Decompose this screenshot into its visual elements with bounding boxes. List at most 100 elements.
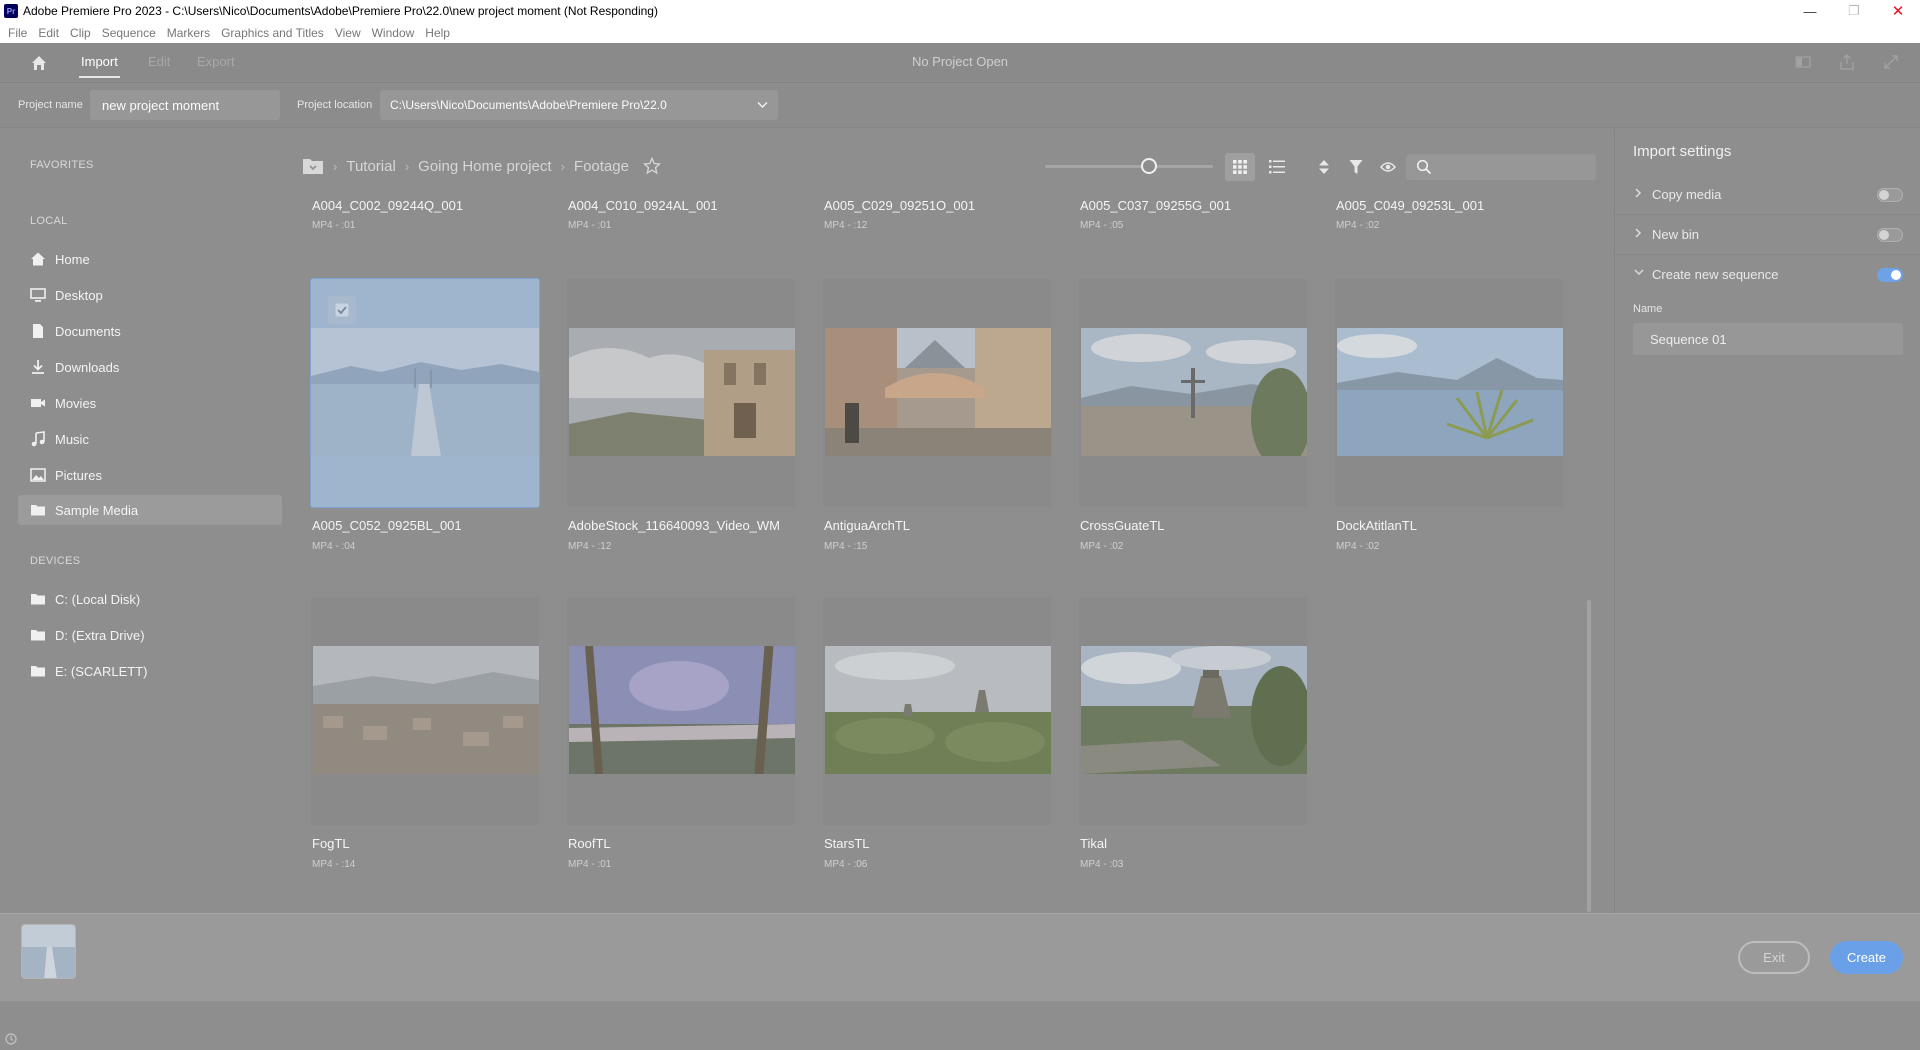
menu-help[interactable]: Help xyxy=(425,26,450,40)
media-name: A005_C029_09251O_001 xyxy=(824,198,976,213)
folder-icon xyxy=(30,627,46,643)
menu-sequence[interactable]: Sequence xyxy=(102,26,156,40)
media-thumbnail xyxy=(825,328,1051,456)
download-icon xyxy=(30,359,46,375)
menu-graphics-and-titles[interactable]: Graphics and Titles xyxy=(221,26,324,40)
project-location-label: Project location xyxy=(297,99,373,111)
grid-scrollbar[interactable] xyxy=(1587,600,1591,912)
copy-media-row[interactable]: Copy media xyxy=(1615,175,1920,215)
copy-media-toggle[interactable] xyxy=(1877,188,1903,202)
fullscreen-icon[interactable] xyxy=(1882,53,1900,71)
restore-button[interactable]: ❐ xyxy=(1832,0,1876,22)
folder-dropdown-icon[interactable] xyxy=(302,157,324,175)
project-settings-row: Project name new project moment Project … xyxy=(0,84,1920,128)
new-bin-row[interactable]: New bin xyxy=(1615,215,1920,255)
star-icon[interactable] xyxy=(642,157,661,175)
menu-edit[interactable]: Edit xyxy=(38,26,59,40)
breadcrumb-footage[interactable]: Footage xyxy=(574,158,629,175)
search-field[interactable] xyxy=(1406,154,1596,180)
new-bin-toggle[interactable] xyxy=(1877,228,1903,242)
minimize-button[interactable]: — xyxy=(1788,0,1832,22)
visibility-button[interactable] xyxy=(1373,153,1403,181)
sidebar-item-documents[interactable]: Documents xyxy=(18,316,282,346)
media-thumbnail-frame xyxy=(566,596,796,826)
sidebar-item-c-drive[interactable]: C: (Local Disk) xyxy=(18,584,282,614)
sidebar-item-desktop[interactable]: Desktop xyxy=(18,280,282,310)
sidebar-item-e-drive[interactable]: E: (SCARLETT) xyxy=(18,656,282,686)
media-meta: MP4 - :14 xyxy=(312,859,356,870)
window-title: Adobe Premiere Pro 2023 - C:\Users\Nico\… xyxy=(23,4,658,18)
exit-button[interactable]: Exit xyxy=(1738,941,1810,974)
create-sequence-row[interactable]: Create new sequence xyxy=(1615,255,1920,295)
sidebar-item-downloads[interactable]: Downloads xyxy=(18,352,282,382)
breadcrumb-going-home-project[interactable]: Going Home project xyxy=(418,158,551,175)
menu-file[interactable]: File xyxy=(8,26,27,40)
media-name: A004_C002_09244Q_001 xyxy=(312,198,464,213)
media-thumbnail xyxy=(311,328,539,456)
project-name-input[interactable]: new project moment xyxy=(90,90,280,120)
media-grid: A004_C002_09244Q_001 MP4 - :01 A004_C010… xyxy=(300,196,1592,912)
chevron-right-icon: › xyxy=(560,158,565,174)
media-meta: MP4 - :01 xyxy=(312,220,356,231)
location-sidebar: FAVORITES LOCAL Home Desktop Documents D… xyxy=(0,129,290,913)
chevron-right-icon: › xyxy=(333,158,338,174)
sidebar-item-label: Sample Media xyxy=(55,502,139,518)
chevron-right-icon xyxy=(1635,228,1642,238)
grid-view-button[interactable] xyxy=(1225,153,1255,181)
sync-status-icon[interactable] xyxy=(4,1032,18,1046)
media-name: A005_C052_0925BL_001 xyxy=(312,518,462,533)
media-name: A004_C010_0924AL_001 xyxy=(568,198,718,213)
chevron-down-icon xyxy=(1634,269,1644,276)
media-thumbnail xyxy=(1081,328,1307,456)
media-thumbnail-frame xyxy=(822,278,1052,508)
sidebar-item-home[interactable]: Home xyxy=(18,244,282,274)
filter-icon xyxy=(1349,160,1363,174)
project-location-dropdown[interactable]: C:\Users\Nico\Documents\Adobe\Premiere P… xyxy=(380,90,778,120)
sidebar-item-pictures[interactable]: Pictures xyxy=(18,460,282,490)
music-note-icon xyxy=(30,431,46,447)
eye-icon xyxy=(1380,162,1396,172)
share-icon[interactable] xyxy=(1838,53,1856,71)
menu-view[interactable]: View xyxy=(335,26,361,40)
panel-layout-icon[interactable] xyxy=(1794,53,1812,71)
media-meta: MP4 - :03 xyxy=(1080,859,1124,870)
menu-clip[interactable]: Clip xyxy=(70,26,91,40)
search-input[interactable] xyxy=(1440,157,1590,177)
new-bin-label: New bin xyxy=(1652,227,1699,242)
sidebar-item-movies[interactable]: Movies xyxy=(18,388,282,418)
create-sequence-label: Create new sequence xyxy=(1652,267,1779,282)
menu-markers[interactable]: Markers xyxy=(167,26,210,40)
sort-button[interactable] xyxy=(1309,153,1339,181)
thumbnail-size-slider[interactable] xyxy=(1045,165,1213,168)
filter-button[interactable] xyxy=(1341,153,1371,181)
sidebar-item-d-drive[interactable]: D: (Extra Drive) xyxy=(18,620,282,650)
media-meta: MP4 - :15 xyxy=(824,541,868,552)
media-name: Tikal xyxy=(1080,836,1107,851)
sidebar-item-sample-media[interactable]: Sample Media xyxy=(18,495,282,525)
sequence-name-input[interactable]: Sequence 01 xyxy=(1633,323,1903,355)
close-button[interactable]: ✕ xyxy=(1876,0,1920,22)
desktop-icon xyxy=(30,287,46,303)
project-status: No Project Open xyxy=(911,54,1009,69)
sidebar-item-music[interactable]: Music xyxy=(18,424,282,454)
media-name: CrossGuateTL xyxy=(1080,518,1165,533)
create-button[interactable]: Create xyxy=(1830,941,1903,974)
grid-icon xyxy=(1233,160,1247,174)
menu-bar: File Edit Clip Sequence Markers Graphics… xyxy=(0,22,1920,43)
media-thumbnail-frame xyxy=(1078,596,1308,826)
breadcrumb-tutorial[interactable]: Tutorial xyxy=(346,158,395,175)
chevron-right-icon xyxy=(1635,188,1642,198)
checkmark-icon[interactable] xyxy=(328,296,356,324)
local-heading: LOCAL xyxy=(30,215,68,227)
media-meta: MP4 - :04 xyxy=(312,541,356,552)
menu-window[interactable]: Window xyxy=(372,26,415,40)
media-meta: MP4 - :12 xyxy=(824,220,868,231)
selection-tray: Exit Create xyxy=(0,913,1920,1001)
thumbnail-size-slider-handle[interactable] xyxy=(1141,158,1157,174)
list-view-button[interactable] xyxy=(1262,153,1292,181)
create-sequence-toggle[interactable] xyxy=(1877,268,1903,282)
sequence-name-label: Name xyxy=(1633,303,1663,315)
sidebar-item-label: Pictures xyxy=(55,467,102,483)
selected-media-thumbnail[interactable] xyxy=(21,924,76,979)
media-thumbnail xyxy=(313,646,539,774)
